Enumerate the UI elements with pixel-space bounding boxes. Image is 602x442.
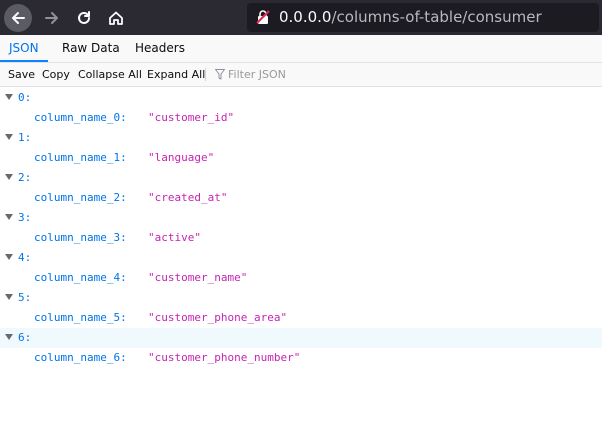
property-value: "created_at" bbox=[148, 191, 228, 204]
array-index-key: 5: bbox=[18, 291, 32, 304]
property-value: "customer_id" bbox=[148, 111, 235, 124]
property-key: column_name_6: bbox=[34, 351, 127, 364]
active-tab-indicator bbox=[0, 60, 48, 62]
property-row[interactable]: column_name_4: "customer_name" bbox=[0, 268, 602, 288]
property-row[interactable]: column_name_2: "created_at" bbox=[0, 188, 602, 208]
property-key: column_name_5: bbox=[34, 311, 127, 324]
array-index-row[interactable]: 1: bbox=[0, 128, 602, 148]
copy-button[interactable]: Copy bbox=[38, 63, 74, 86]
arrow-right-icon bbox=[45, 12, 58, 24]
array-index-row[interactable]: 3: bbox=[0, 208, 602, 228]
property-row[interactable]: column_name_1: "language" bbox=[0, 148, 602, 168]
property-value: "language" bbox=[148, 151, 215, 164]
property-value: "active" bbox=[148, 231, 201, 244]
property-value: "customer_phone_number" bbox=[148, 351, 301, 364]
viewer-tabs: JSON Raw Data Headers bbox=[0, 35, 602, 63]
url-text: 0.0.0.0/columns-of-table/consumer bbox=[279, 8, 542, 26]
filter-json-input[interactable] bbox=[228, 65, 428, 83]
expand-twisty-icon[interactable] bbox=[5, 254, 13, 260]
property-value: "customer_name" bbox=[148, 271, 248, 284]
expand-twisty-icon[interactable] bbox=[5, 174, 13, 180]
insecure-lock-icon[interactable] bbox=[255, 9, 271, 25]
array-index-row[interactable]: 0: bbox=[0, 88, 602, 108]
property-value: "customer_phone_area" bbox=[148, 311, 288, 324]
browser-toolbar: 0.0.0.0/columns-of-table/consumer bbox=[0, 0, 602, 35]
array-index-row[interactable]: 2: bbox=[0, 168, 602, 188]
toolbar-divider bbox=[205, 68, 206, 81]
expand-all-button[interactable]: Expand All bbox=[143, 63, 209, 86]
array-index-key: 4: bbox=[18, 251, 32, 264]
url-bar[interactable]: 0.0.0.0/columns-of-table/consumer bbox=[247, 3, 599, 32]
json-tree: 0: column_name_0: "customer_id" 1: column_na… bbox=[0, 88, 602, 368]
property-row[interactable]: column_name_3: "active" bbox=[0, 228, 602, 248]
array-index-key: 1: bbox=[18, 131, 32, 144]
array-index-row[interactable]: 5: bbox=[0, 288, 602, 308]
array-index-key: 0: bbox=[18, 91, 32, 104]
reload-button[interactable] bbox=[70, 4, 98, 32]
tab-headers[interactable]: Headers bbox=[127, 35, 193, 62]
array-index-key: 6: bbox=[18, 331, 32, 344]
home-button[interactable] bbox=[102, 4, 130, 32]
array-index-key: 2: bbox=[18, 171, 32, 184]
tab-json[interactable]: JSON bbox=[1, 35, 47, 62]
expand-twisty-icon[interactable] bbox=[5, 94, 13, 100]
collapse-all-button[interactable]: Collapse All bbox=[74, 63, 146, 86]
expand-twisty-icon[interactable] bbox=[5, 294, 13, 300]
expand-twisty-icon[interactable] bbox=[5, 214, 13, 220]
url-path: /columns-of-table/consumer bbox=[331, 8, 542, 26]
forward-button[interactable] bbox=[38, 4, 66, 32]
property-key: column_name_4: bbox=[34, 271, 127, 284]
property-row[interactable]: column_name_5: "customer_phone_area" bbox=[0, 308, 602, 328]
property-row[interactable]: column_name_0: "customer_id" bbox=[0, 108, 602, 128]
json-toolbar: Save Copy Collapse All Expand All bbox=[0, 63, 602, 87]
property-row[interactable]: column_name_6: "customer_phone_number" bbox=[0, 348, 602, 368]
property-key: column_name_3: bbox=[34, 231, 127, 244]
expand-twisty-icon[interactable] bbox=[5, 134, 13, 140]
url-host: 0.0.0.0 bbox=[279, 8, 332, 26]
property-key: column_name_2: bbox=[34, 191, 127, 204]
property-key: column_name_1: bbox=[34, 151, 127, 164]
array-index-key: 3: bbox=[18, 211, 32, 224]
reload-icon bbox=[78, 11, 90, 24]
expand-twisty-icon[interactable] bbox=[5, 334, 13, 340]
tab-raw-data[interactable]: Raw Data bbox=[54, 35, 128, 62]
back-button[interactable] bbox=[4, 4, 32, 32]
home-icon bbox=[109, 11, 123, 25]
filter-icon bbox=[215, 69, 225, 80]
save-button[interactable]: Save bbox=[4, 63, 39, 86]
array-index-row[interactable]: 4: bbox=[0, 248, 602, 268]
arrow-left-icon bbox=[12, 12, 25, 24]
property-key: column_name_0: bbox=[34, 111, 127, 124]
array-index-row[interactable]: 6: bbox=[0, 328, 602, 348]
